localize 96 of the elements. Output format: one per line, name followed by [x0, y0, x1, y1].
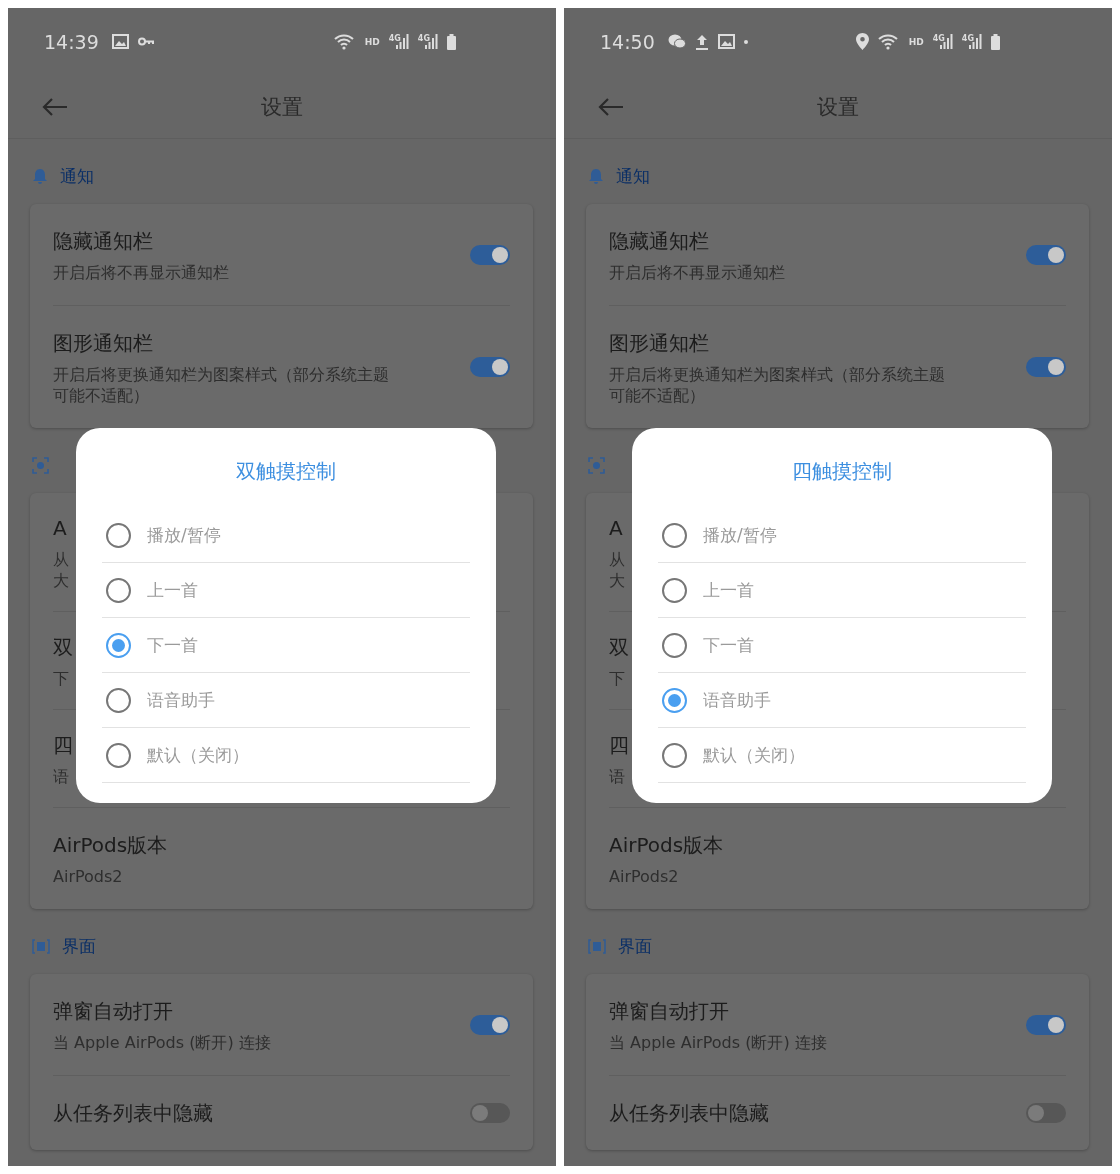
upload-icon	[694, 33, 709, 50]
battery-icon	[447, 33, 456, 50]
toggle-switch[interactable]	[470, 1103, 510, 1123]
toggle-switch[interactable]	[470, 357, 510, 377]
radio-button[interactable]	[106, 687, 131, 713]
radio-option[interactable]: 语音助手	[102, 673, 470, 728]
section-title: 界面	[618, 935, 652, 958]
setting-title: 弹窗自动打开	[53, 998, 173, 1025]
battery-icon	[991, 33, 1000, 50]
status-time: 14:50	[600, 30, 655, 53]
signal-indicator: 4G	[388, 34, 409, 49]
back-arrow-icon[interactable]	[598, 97, 624, 116]
setting-description: 从	[53, 549, 69, 570]
status-time: 14:39	[44, 30, 99, 53]
radio-option[interactable]: 下一首	[102, 618, 470, 673]
scan-frame-icon	[32, 457, 49, 474]
setting-description: 开启后将不再显示通知栏	[609, 262, 785, 283]
setting-title: 从任务列表中隐藏	[53, 1100, 213, 1127]
radio-button[interactable]	[106, 577, 131, 603]
dialog-title: 四触摸控制	[792, 458, 892, 485]
radio-button[interactable]	[662, 632, 687, 658]
setting-description: 开启后将更换通知栏为图案样式（部分系统主题	[53, 364, 389, 385]
radio-option[interactable]: 上一首	[658, 563, 1026, 618]
bell-icon	[32, 168, 48, 185]
setting-description: 开启后将更换通知栏为图案样式（部分系统主题	[609, 364, 945, 385]
setting-title: AirPods版本	[609, 832, 724, 859]
bell-icon	[588, 168, 604, 185]
setting-description: AirPods2	[53, 866, 123, 887]
setting-title: 隐藏通知栏	[53, 228, 153, 255]
radio-option[interactable]: 默认（关闭）	[102, 728, 470, 783]
setting-description: 下	[53, 668, 69, 689]
image-icon	[717, 34, 735, 49]
hd-indicator: HD	[364, 36, 380, 47]
radio-button[interactable]	[662, 742, 687, 768]
setting-title: 双	[609, 634, 629, 661]
setting-title: 弹窗自动打开	[609, 998, 729, 1025]
radio-option[interactable]: 播放/暂停	[102, 508, 470, 563]
radio-option[interactable]: 默认（关闭）	[658, 728, 1026, 783]
setting-description: 语	[53, 766, 69, 787]
window-frame-icon	[32, 939, 50, 954]
hd-indicator: HD	[908, 36, 924, 47]
setting-title: 双	[53, 634, 73, 661]
section-title: 界面	[62, 935, 96, 958]
setting-title: A	[609, 515, 623, 542]
section-title: 通知	[60, 165, 94, 188]
setting-title: 图形通知栏	[53, 330, 153, 357]
setting-description: 从	[609, 549, 625, 570]
setting-description: 可能不适配）	[609, 385, 705, 406]
back-arrow-icon[interactable]	[42, 97, 68, 116]
setting-description: 可能不适配）	[53, 385, 149, 406]
image-icon	[111, 34, 129, 49]
signal-indicator: 4G	[932, 34, 953, 49]
setting-description: 开启后将不再显示通知栏	[53, 262, 229, 283]
radio-button[interactable]	[106, 632, 131, 658]
radio-option[interactable]: 语音助手	[658, 673, 1026, 728]
screen-title: 设置	[260, 93, 304, 121]
setting-description: 大	[53, 570, 69, 591]
toggle-switch[interactable]	[1026, 244, 1066, 265]
toggle-switch[interactable]	[470, 244, 510, 265]
dot-icon	[743, 39, 748, 44]
radio-button[interactable]	[106, 742, 131, 768]
setting-description: 当 Apple AirPods (断开) 连接	[609, 1032, 827, 1053]
wifi-icon	[877, 33, 900, 50]
radio-button[interactable]	[106, 522, 131, 548]
toggle-switch[interactable]	[1026, 1014, 1066, 1035]
setting-description: 下	[609, 668, 625, 689]
wifi-icon	[333, 33, 356, 50]
setting-description: 大	[609, 570, 625, 591]
setting-description: AirPods2	[609, 866, 679, 887]
window-frame-icon	[588, 939, 606, 954]
scan-frame-icon	[588, 457, 605, 474]
radio-button[interactable]	[662, 522, 687, 548]
radio-option[interactable]: 上一首	[102, 563, 470, 618]
chat-bubbles-icon	[667, 34, 686, 49]
setting-description: 语	[609, 766, 625, 787]
radio-option[interactable]: 下一首	[658, 618, 1026, 673]
setting-title: 图形通知栏	[609, 330, 709, 357]
dialog-title: 双触摸控制	[236, 458, 336, 485]
setting-title: 四	[609, 732, 629, 759]
toggle-switch[interactable]	[1026, 1103, 1066, 1123]
signal-indicator: 4G	[417, 34, 438, 49]
setting-description: 当 Apple AirPods (断开) 连接	[53, 1032, 271, 1053]
screen-title: 设置	[816, 93, 860, 121]
key-icon	[137, 37, 155, 46]
toggle-switch[interactable]	[470, 1014, 510, 1035]
setting-title: A	[53, 515, 67, 542]
section-title: 通知	[616, 165, 650, 188]
radio-option[interactable]: 播放/暂停	[658, 508, 1026, 563]
radio-button[interactable]	[662, 577, 687, 603]
setting-title: 隐藏通知栏	[609, 228, 709, 255]
setting-title: 从任务列表中隐藏	[609, 1100, 769, 1127]
toggle-switch[interactable]	[1026, 357, 1066, 377]
setting-title: AirPods版本	[53, 832, 168, 859]
signal-indicator: 4G	[961, 34, 982, 49]
setting-title: 四	[53, 732, 73, 759]
radio-button[interactable]	[662, 687, 687, 713]
